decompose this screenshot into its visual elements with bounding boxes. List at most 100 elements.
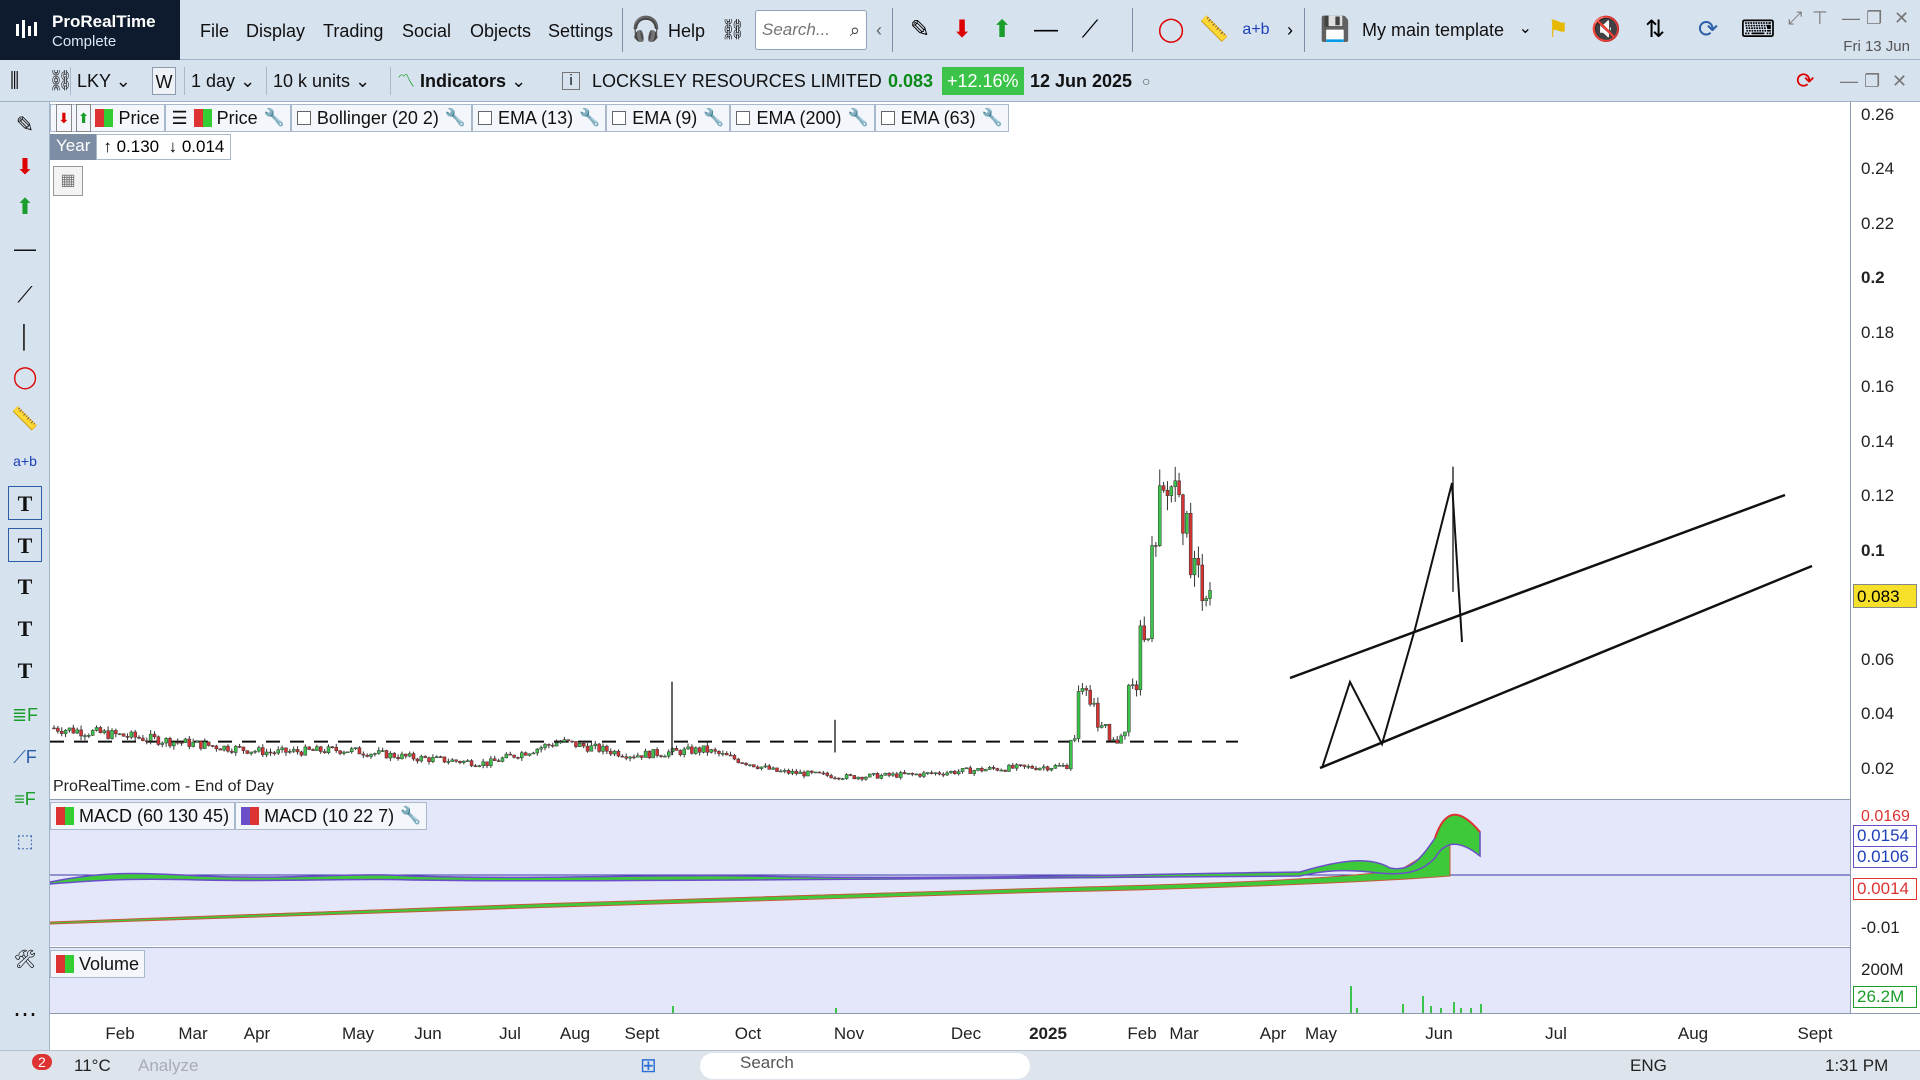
- horizontal-line-icon[interactable]: —: [1028, 12, 1064, 48]
- buy-arrow-icon[interactable]: ⬆: [8, 190, 42, 224]
- menu-help[interactable]: Help: [668, 21, 705, 42]
- search-box[interactable]: ⌕: [755, 10, 867, 50]
- more-icon[interactable]: ⋯: [8, 998, 42, 1032]
- macd2-legend[interactable]: MACD (10 22 7) 🔧: [235, 802, 428, 830]
- info-icon[interactable]: i: [562, 72, 580, 90]
- wrench-icon[interactable]: 🔧: [982, 105, 1003, 131]
- menu-objects[interactable]: Objects: [470, 21, 531, 42]
- down-arrow-icon[interactable]: ⬇: [944, 12, 980, 48]
- chart-type-icon[interactable]: ⫼: [10, 67, 19, 95]
- ema13-checkbox[interactable]: [478, 111, 493, 125]
- text-tool-3-icon[interactable]: T: [8, 570, 42, 604]
- ema63-legend[interactable]: EMA (63) 🔧: [874, 104, 1009, 132]
- ema200-legend[interactable]: EMA (200) 🔧: [730, 104, 875, 132]
- menu-social[interactable]: Social: [402, 21, 451, 42]
- sell-arrow-icon[interactable]: ⬇: [8, 150, 42, 184]
- segment-icon[interactable]: ⟋: [8, 278, 42, 312]
- chart-minimize-icon[interactable]: —: [1840, 67, 1858, 95]
- fibonacci-icon[interactable]: a+b: [8, 444, 42, 478]
- text-tool-1-icon[interactable]: T: [8, 486, 42, 520]
- ema200-checkbox[interactable]: [736, 111, 751, 125]
- ema9-checkbox[interactable]: [612, 111, 627, 125]
- interval-dropdown[interactable]: 1 day ⌄: [184, 67, 264, 95]
- tools-icon[interactable]: 🛠: [8, 942, 42, 976]
- indicators-button[interactable]: 〽 Indicators ⌄: [390, 67, 550, 95]
- scroll-right-icon[interactable]: ›: [1280, 12, 1300, 48]
- wrench-icon[interactable]: 🔧: [445, 105, 466, 131]
- volume-panel[interactable]: Volume: [50, 947, 1850, 1014]
- keyboard-icon[interactable]: ⌨: [1740, 12, 1776, 48]
- minimize-icon[interactable]: —: [1842, 8, 1860, 29]
- text-tool-4-icon[interactable]: T: [8, 612, 42, 646]
- close-icon[interactable]: ✕: [1894, 8, 1909, 29]
- chart-area[interactable]: ⬇ ⬆ Price ☰ Price 🔧 Bollinger (20 2) 🔧 E…: [49, 102, 1920, 1050]
- volume-legend-item[interactable]: Volume: [50, 950, 146, 978]
- pencil-icon[interactable]: ✎: [8, 108, 42, 142]
- ema9-legend[interactable]: EMA (9) 🔧: [606, 104, 731, 132]
- search-icon[interactable]: ⌕: [850, 20, 860, 41]
- macd-panel[interactable]: MACD (60 130 45) MACD (10 22 7) 🔧: [49, 799, 1850, 946]
- units-dropdown[interactable]: 10 k units ⌄: [266, 67, 386, 95]
- alerts-icon[interactable]: ⇅: [1637, 12, 1673, 48]
- menu-file[interactable]: File: [200, 21, 229, 42]
- weather-temp[interactable]: 11°C: [74, 1056, 111, 1076]
- taskbar-search[interactable]: Search: [700, 1053, 1030, 1079]
- search-input[interactable]: [762, 20, 842, 40]
- ruler-icon[interactable]: 📏: [8, 402, 42, 436]
- vertical-line-icon[interactable]: │: [8, 320, 42, 354]
- sound-off-icon[interactable]: 🔇: [1588, 12, 1624, 48]
- bollinger-checkbox[interactable]: [296, 111, 311, 125]
- calculator-icon[interactable]: ▦: [53, 166, 83, 196]
- pencil-icon[interactable]: ✎: [902, 12, 938, 48]
- ellipse-icon[interactable]: ◯: [1153, 12, 1189, 48]
- notification-badge[interactable]: 2: [32, 1054, 52, 1070]
- price-color-legend[interactable]: ⬇ ⬆ Price: [50, 104, 166, 132]
- refresh-icon[interactable]: ⟳: [1796, 67, 1814, 95]
- rectangle-icon[interactable]: ⬚: [8, 824, 42, 858]
- fib-retracement-icon[interactable]: ≣F: [8, 698, 42, 732]
- macd1-legend[interactable]: MACD (60 130 45): [50, 802, 236, 830]
- wrench-icon[interactable]: 🔧: [847, 105, 868, 131]
- fullscreen-icon[interactable]: ⤢: [1788, 8, 1802, 29]
- analyze-tab[interactable]: Analyze: [138, 1056, 198, 1076]
- restore-icon[interactable]: ❐: [1866, 8, 1882, 29]
- ruler-icon[interactable]: 📏: [1196, 12, 1232, 48]
- bollinger-legend[interactable]: Bollinger (20 2) 🔧: [290, 104, 473, 132]
- language[interactable]: ENG: [1630, 1056, 1667, 1076]
- fibonacci-icon[interactable]: a+b: [1238, 12, 1274, 48]
- horizontal-line-icon[interactable]: —: [8, 232, 42, 266]
- wrench-icon[interactable]: 🔧: [264, 105, 285, 131]
- wrench-icon[interactable]: 🔧: [703, 105, 724, 131]
- segment-icon[interactable]: ⟋: [1072, 12, 1108, 48]
- chart-restore-icon[interactable]: ❐: [1864, 67, 1880, 95]
- wrench-icon[interactable]: 🔧: [400, 803, 421, 829]
- ticker-dropdown[interactable]: LKY ⌄: [70, 67, 146, 95]
- ellipse-icon[interactable]: ◯: [8, 360, 42, 394]
- menu-settings[interactable]: Settings: [548, 21, 613, 42]
- chart-close-icon[interactable]: ✕: [1892, 67, 1907, 95]
- menu-trading[interactable]: Trading: [323, 21, 383, 42]
- fib-fan-icon[interactable]: ⟋F: [8, 740, 42, 774]
- ema13-legend[interactable]: EMA (13) 🔧: [472, 104, 607, 132]
- headset-icon[interactable]: 🎧: [628, 12, 664, 48]
- y-axis[interactable]: 0.26 0.24 0.22 0.2 0.18 0.16 0.14 0.12 0…: [1850, 102, 1920, 1013]
- menu-display[interactable]: Display: [246, 21, 305, 42]
- ema63-checkbox[interactable]: [880, 111, 895, 125]
- text-tool-5-icon[interactable]: T: [8, 654, 42, 688]
- scroll-left-icon[interactable]: ‹: [870, 12, 888, 48]
- windows-start-icon[interactable]: ⊞: [640, 1053, 657, 1078]
- clock[interactable]: 1:31 PM: [1825, 1056, 1888, 1076]
- x-axis[interactable]: Feb Mar Apr May Jun Jul Aug Sept Oct Nov…: [50, 1013, 1920, 1050]
- template-dropdown[interactable]: 💾 My main template ⌄: [1315, 10, 1540, 50]
- flag-icon[interactable]: ⚑: [1540, 12, 1576, 48]
- wrench-icon[interactable]: 🔧: [579, 105, 600, 131]
- sync-icon[interactable]: ⟳: [1690, 12, 1726, 48]
- text-tool-2-icon[interactable]: T: [8, 528, 42, 562]
- up-arrow-icon[interactable]: ⬆: [984, 12, 1020, 48]
- price-legend-2[interactable]: ☰ Price 🔧: [165, 104, 291, 132]
- pin-icon[interactable]: ⊤: [1812, 8, 1828, 29]
- price-panel[interactable]: ⬇ ⬆ Price ☰ Price 🔧 Bollinger (20 2) 🔧 E…: [50, 102, 1850, 798]
- period-code[interactable]: W: [152, 67, 176, 95]
- link-icon[interactable]: ⛓: [715, 12, 751, 48]
- fib-extension-icon[interactable]: ≡F: [8, 782, 42, 816]
